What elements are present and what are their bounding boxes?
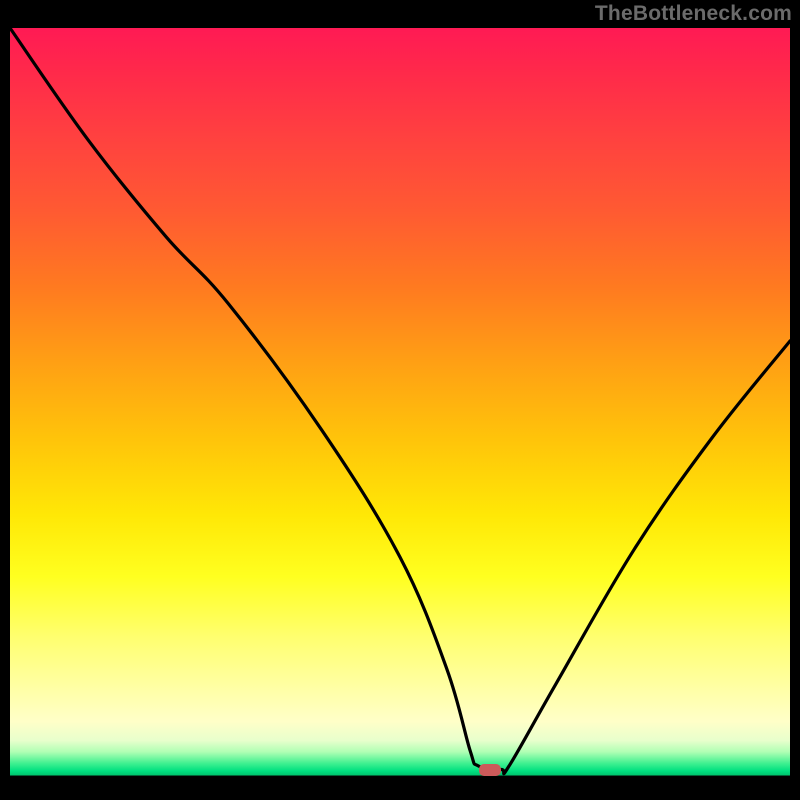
minimum-marker: [479, 764, 501, 776]
attribution-text: TheBottleneck.com: [595, 2, 792, 26]
bottleneck-curve: [10, 28, 790, 790]
plot-area: [10, 28, 790, 790]
chart-frame: TheBottleneck.com: [0, 0, 800, 800]
